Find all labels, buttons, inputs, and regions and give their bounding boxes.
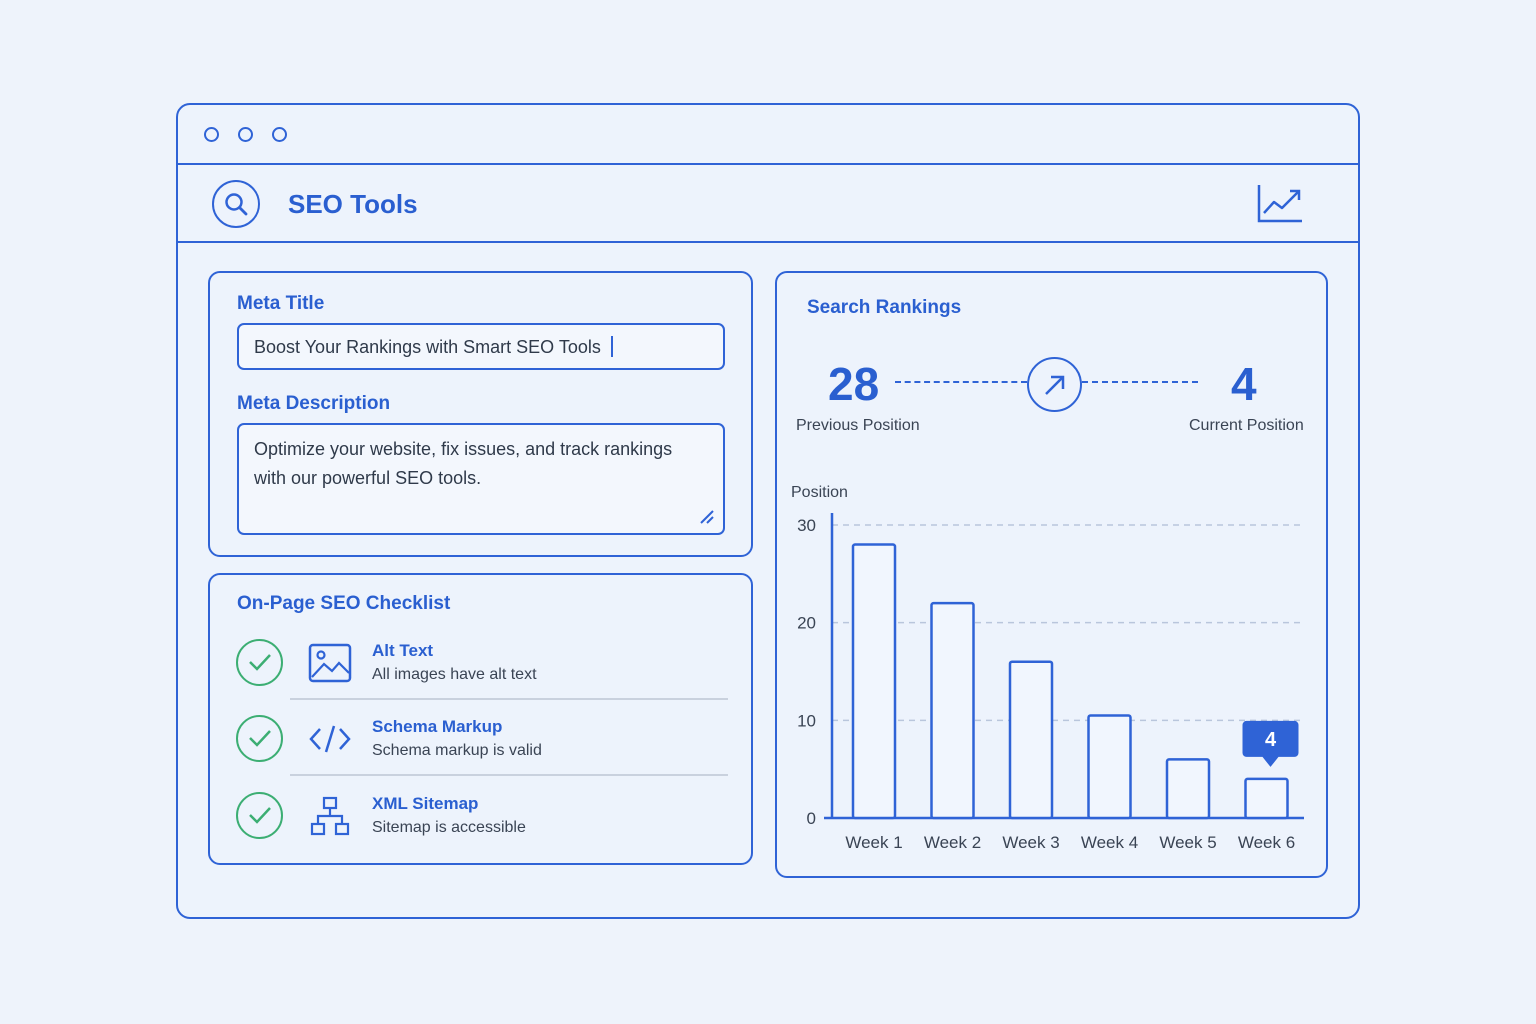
app-header: SEO Tools: [178, 165, 1358, 243]
bar: [1008, 660, 1054, 820]
app-window: SEO Tools Meta Title Boost Your Rankings…: [176, 103, 1360, 919]
checklist-item-subtitle: Sitemap is accessible: [372, 819, 526, 836]
window-close-button[interactable]: [204, 127, 219, 142]
window-minimize-button[interactable]: [238, 127, 253, 142]
x-tick-label: Week 4: [1081, 833, 1138, 852]
bar: [1244, 777, 1289, 820]
checklist-item-alt-text[interactable]: Alt Text All images have alt text: [236, 639, 728, 715]
meta-description-label: Meta Description: [237, 393, 391, 414]
bar: [851, 543, 897, 820]
y-axis-label: Position: [791, 484, 848, 501]
search-button[interactable]: [212, 180, 260, 228]
rankings-bar-chart: Position 0 10 20 30 Week 1 Week 2 Week 3 Week 4 W…: [791, 484, 1304, 852]
value-callout-label: 4: [1265, 729, 1277, 751]
meta-title-input[interactable]: Boost Your Rankings with Smart SEO Tools: [237, 323, 725, 370]
bar: [1165, 758, 1211, 820]
window-maximize-button[interactable]: [272, 127, 287, 142]
checklist-item-title: Schema Markup: [372, 717, 503, 736]
x-tick-label: Week 6: [1238, 833, 1295, 852]
x-tick-label: Week 3: [1002, 833, 1059, 852]
meta-card: Meta Title Boost Your Rankings with Smar…: [208, 271, 753, 557]
meta-title-label: Meta Title: [237, 293, 325, 314]
checklist-item-schema-markup[interactable]: Schema Markup Schema markup is valid: [236, 715, 728, 791]
x-tick-label: Week 2: [924, 833, 981, 852]
check-icon: [236, 639, 283, 686]
text-caret: [610, 336, 613, 357]
meta-description-value: Optimize your website, fix issues, and t…: [254, 439, 673, 488]
app-title: SEO Tools: [288, 189, 418, 219]
x-tick-label: Week 5: [1159, 833, 1216, 852]
row-divider: [290, 698, 728, 700]
checklist-item-subtitle: Schema markup is valid: [372, 742, 542, 759]
checklist-title: On-Page SEO Checklist: [237, 593, 451, 614]
trending-up-icon[interactable]: [1256, 183, 1304, 225]
checklist-card: On-Page SEO Checklist Alt Text All image…: [208, 573, 753, 865]
sitemap-icon: [310, 796, 350, 836]
checklist-item-title: XML Sitemap: [372, 794, 479, 813]
code-icon: [309, 725, 351, 753]
y-tick-label: 0: [807, 809, 816, 828]
title-bar: [178, 105, 1358, 165]
check-icon: [236, 792, 283, 839]
checklist-item-xml-sitemap[interactable]: XML Sitemap Sitemap is accessible: [236, 792, 728, 868]
meta-title-value: Boost Your Rankings with Smart SEO Tools: [254, 337, 601, 357]
checklist-item-subtitle: All images have alt text: [372, 666, 537, 683]
bar: [930, 601, 975, 820]
y-tick-label: 30: [797, 516, 816, 535]
bar: [1087, 714, 1132, 820]
y-tick-label: 10: [797, 711, 816, 730]
resize-handle-icon[interactable]: [699, 509, 715, 525]
y-tick-label: 20: [797, 614, 816, 633]
search-rankings-card: Search Rankings 28 Previous Position 4 C…: [775, 271, 1328, 878]
search-icon: [225, 193, 248, 216]
row-divider: [290, 774, 728, 776]
image-icon: [308, 643, 352, 683]
checklist-item-title: Alt Text: [372, 641, 434, 660]
meta-description-textarea[interactable]: Optimize your website, fix issues, and t…: [237, 423, 725, 535]
check-icon: [236, 715, 283, 762]
x-tick-label: Week 1: [845, 833, 902, 852]
